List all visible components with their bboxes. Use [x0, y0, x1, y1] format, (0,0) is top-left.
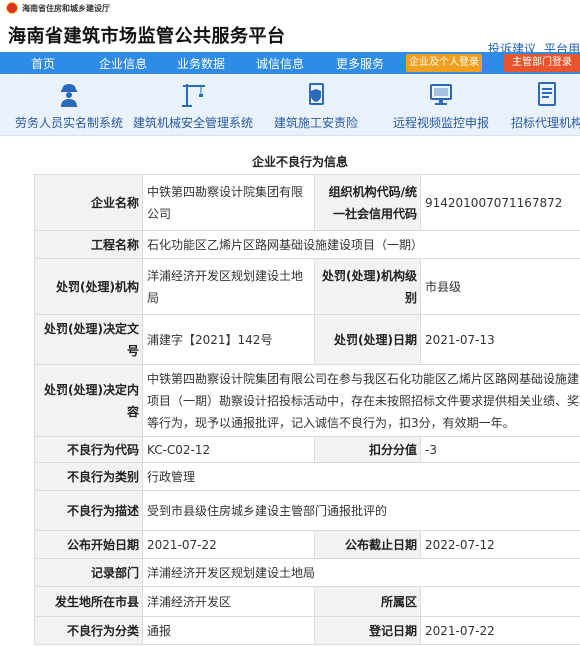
- system-machinery-safety[interactable]: 建筑机械安全管理系统: [128, 74, 258, 136]
- authority-value: 洋浦经济开发区规划建设土地局: [142, 258, 315, 315]
- system-links: 劳务人员实名制系统 建筑机械安全管理系统 建筑施工安责险 远程视频监控申报 招标…: [0, 74, 580, 136]
- system-label: 远程视频监控申报: [392, 116, 489, 130]
- company-value: 中铁第四勘察设计院集团有限公司: [142, 174, 315, 231]
- company-label: 企业名称: [34, 174, 143, 231]
- classification-label: 不良行为分类: [34, 616, 143, 645]
- category-label: 不良行为类别: [34, 462, 143, 491]
- table-row: 不良行为描述 受到市县级住房城乡建设主管部门通报批评的: [34, 490, 580, 531]
- table-row: 处罚(处理)机构 洋浦经济开发区规划建设土地局 处罚(处理)机构级别 市县级: [34, 258, 580, 315]
- org-code-value: 914201007071167872: [420, 174, 580, 231]
- system-safety-insurance[interactable]: 建筑施工安责险: [266, 74, 366, 136]
- monitor-icon: [430, 84, 452, 105]
- record-dept-value: 洋浦经济开发区规划建设土地局: [142, 558, 580, 587]
- location-label: 发生地所在市县: [34, 586, 143, 617]
- nav-more-services[interactable]: 更多服务: [318, 55, 402, 72]
- section-title: 企业不良行为信息: [251, 155, 348, 169]
- decision-content-value: 中铁第四勘察设计院集团有限公司在参与我区石化功能区乙烯片区路网基础设施建设项目（…: [142, 364, 580, 437]
- behavior-code-value: KC-C02-12: [142, 436, 315, 463]
- description-value: 受到市县级住房城乡建设主管部门通报批评的: [142, 490, 580, 531]
- location-value: 洋浦经济开发区: [142, 586, 315, 617]
- penalty-date-label: 处罚(处理)日期: [314, 314, 421, 365]
- gov-login-button[interactable]: 主管部门登录: [504, 54, 580, 72]
- project-value: 石化功能区乙烯片区路网基础设施建设项目（一期）: [142, 230, 580, 259]
- table-row: 处罚(处理)决定文号 浦建字【2021】142号 处罚(处理)日期 2021-0…: [34, 314, 580, 365]
- deduction-label: 扣分分值: [314, 436, 421, 463]
- category-value: 行政管理: [142, 462, 580, 491]
- table-row: 公布开始日期 2021-07-22 公布截止日期 2022-07-12: [34, 530, 580, 559]
- authority-label: 处罚(处理)机构: [34, 258, 143, 315]
- system-label: 招标代理机构: [510, 116, 580, 130]
- dept-logo: 海南省住房和城乡建设厅: [6, 2, 110, 14]
- publish-end-value: 2022-07-12: [420, 530, 580, 559]
- table-row: 记录部门 洋浦经济开发区规划建设土地局: [34, 558, 580, 587]
- crane-icon: [182, 84, 205, 107]
- publish-start-label: 公布开始日期: [34, 530, 143, 559]
- table-row: 不良行为代码 KC-C02-12 扣分分值 -3: [34, 436, 580, 463]
- register-date-label: 登记日期: [314, 616, 421, 645]
- org-code-label: 组织机构代码/统一社会信用代码: [314, 174, 421, 231]
- table-row: 发生地所在市县 洋浦经济开发区 所属区: [34, 586, 580, 617]
- project-label: 工程名称: [34, 230, 143, 259]
- record-dept-label: 记录部门: [34, 558, 143, 587]
- system-bidding-agency[interactable]: 招标代理机构: [502, 74, 580, 136]
- authority-level-value: 市县级: [420, 258, 580, 315]
- decision-no-value: 浦建字【2021】142号: [142, 314, 315, 365]
- authority-level-label: 处罚(处理)机构级别: [314, 258, 421, 315]
- nav-enterprise[interactable]: 企业信息: [86, 55, 160, 72]
- district-value: [420, 586, 580, 617]
- decision-no-label: 处罚(处理)决定文号: [34, 314, 143, 365]
- register-date-value: 2021-07-22: [420, 616, 580, 645]
- description-label: 不良行为描述: [34, 490, 143, 531]
- table-row: 处罚(处理)决定内容 中铁第四勘察设计院集团有限公司在参与我区石化功能区乙烯片区…: [34, 364, 580, 437]
- emblem-icon: [6, 2, 18, 14]
- main-nav: 首页 企业信息 业务数据 诚信信息 更多服务 企业及个人登录 主管部门登录: [0, 52, 580, 74]
- district-label: 所属区: [314, 586, 421, 617]
- deduction-value: -3: [420, 436, 580, 463]
- personal-login-button[interactable]: 企业及个人登录: [406, 54, 482, 72]
- site-header: 海南省住房和城乡建设厅 海南省建筑市场监管公共服务平台 投诉建议 平台用: [0, 0, 580, 56]
- table-row: 不良行为类别 行政管理: [34, 462, 580, 491]
- dept-name: 海南省住房和城乡建设厅: [22, 3, 110, 13]
- nav-credit[interactable]: 诚信信息: [242, 55, 318, 72]
- system-worker-realname[interactable]: 劳务人员实名制系统: [10, 74, 128, 136]
- site-title: 海南省建筑市场监管公共服务平台: [8, 26, 286, 47]
- publish-end-label: 公布截止日期: [314, 530, 421, 559]
- worker-icon: [61, 84, 77, 107]
- nav-business-data[interactable]: 业务数据: [160, 55, 242, 72]
- penalty-date-value: 2021-07-13: [420, 314, 580, 365]
- nav-home[interactable]: 首页: [0, 55, 86, 72]
- insurance-icon: [309, 83, 324, 105]
- table-row: 工程名称 石化功能区乙烯片区路网基础设施建设项目（一期）: [34, 230, 580, 259]
- bad-behavior-table: 企业名称 中铁第四勘察设计院集团有限公司 组织机构代码/统一社会信用代码 914…: [34, 174, 580, 645]
- system-video-monitor[interactable]: 远程视频监控申报: [384, 74, 498, 136]
- classification-value: 通报: [142, 616, 315, 645]
- system-label: 建筑施工安责险: [273, 116, 358, 130]
- publish-start-value: 2021-07-22: [142, 530, 315, 559]
- table-row: 企业名称 中铁第四勘察设计院集团有限公司 组织机构代码/统一社会信用代码 914…: [34, 174, 580, 231]
- document-icon: [538, 82, 556, 106]
- system-label: 建筑机械安全管理系统: [132, 116, 253, 130]
- table-row: 不良行为分类 通报 登记日期 2021-07-22: [34, 616, 580, 645]
- system-label: 劳务人员实名制系统: [14, 116, 123, 130]
- behavior-code-label: 不良行为代码: [34, 436, 143, 463]
- decision-content-label: 处罚(处理)决定内容: [34, 364, 143, 437]
